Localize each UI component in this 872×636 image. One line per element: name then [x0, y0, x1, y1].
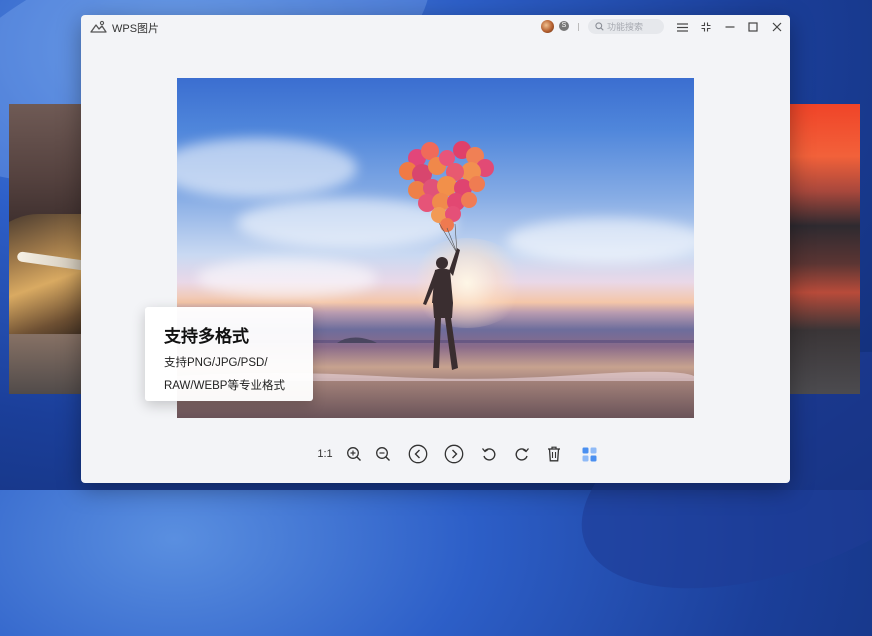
avatar[interactable]	[541, 20, 554, 33]
menu-button[interactable]	[674, 19, 690, 35]
delete-icon	[548, 446, 560, 462]
membership-badge[interactable]: S	[559, 21, 569, 31]
heart-balloons	[399, 141, 494, 232]
previous-button[interactable]	[407, 443, 429, 465]
gallery-icon	[582, 447, 596, 461]
feature-title: 支持多格式	[164, 327, 249, 346]
person-silhouette	[423, 248, 460, 370]
close-button[interactable]	[769, 19, 785, 35]
rotate-right-icon	[515, 448, 529, 461]
rotate-left-icon	[482, 448, 496, 461]
next-button[interactable]	[443, 443, 465, 465]
zoom-out-button[interactable]	[373, 443, 393, 465]
maximize-button[interactable]	[745, 19, 761, 35]
minimize-button[interactable]	[722, 19, 738, 35]
search-box[interactable]	[588, 19, 664, 34]
zoom-in-icon	[347, 447, 361, 461]
fullscreen-button[interactable]	[698, 19, 714, 35]
viewer-window: WPS图片 S 功能搜索 1:1	[81, 15, 790, 483]
feature-card: 支持多格式 支持PNG/JPG/PSD/ RAW/WEBP等专业格式	[145, 307, 313, 401]
actual-size-button[interactable]: 1:1	[315, 443, 335, 465]
app-title: WPS图片	[112, 23, 160, 35]
gallery-button[interactable]	[579, 443, 599, 465]
close-icon	[772, 22, 782, 32]
title-bar: WPS图片 S	[81, 15, 790, 39]
delete-button[interactable]	[544, 443, 564, 465]
rotate-right-button[interactable]	[512, 443, 532, 465]
fullscreen-icon	[701, 22, 711, 32]
feature-description-line1: 支持PNG/JPG/PSD/	[164, 357, 268, 369]
search-input[interactable]	[607, 21, 661, 32]
maximize-icon	[748, 22, 758, 32]
zoom-in-button[interactable]	[344, 443, 364, 465]
rotate-left-button[interactable]	[479, 443, 499, 465]
previous-icon	[408, 444, 428, 464]
zoom-out-icon	[376, 447, 390, 461]
minimize-icon	[725, 26, 735, 28]
search-icon	[595, 22, 604, 31]
menu-icon	[676, 22, 688, 32]
feature-description-line2: RAW/WEBP等专业格式	[164, 380, 285, 392]
app-logo-icon	[90, 20, 107, 33]
bottom-toolbar: 1:1	[81, 440, 790, 468]
next-icon	[444, 444, 464, 464]
divider	[578, 23, 579, 31]
